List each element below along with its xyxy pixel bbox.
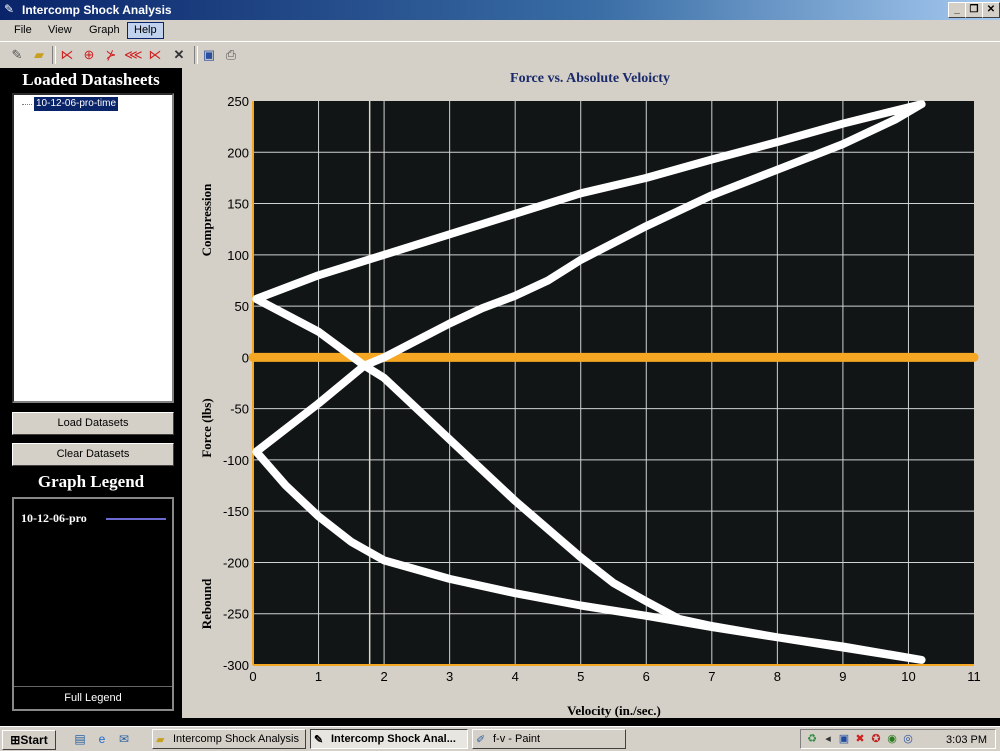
tree-connector [22,104,32,105]
open-folder-icon[interactable]: ▰ [30,46,48,64]
y-tick-label: -250 [223,607,249,622]
task-item-active[interactable]: ✎ Intercomp Shock Anal... [310,729,468,749]
y-tick-label: -150 [223,504,249,519]
y-axis-label: Force (lbs) [199,398,214,457]
maximize-button[interactable]: ❐ [965,2,983,18]
clock: 3:03 PM [946,734,987,746]
x-tick-label: 2 [380,669,387,684]
graph-tool-2-icon[interactable]: ⊕ [80,46,98,64]
load-datasets-button[interactable]: Load Datasets [12,412,174,435]
x-tick-label: 4 [512,669,519,684]
graph-tool-5-icon[interactable]: ⋉ [146,46,164,64]
x-tick-label: 1 [315,669,322,684]
task-label: Intercomp Shock Analysis [173,733,299,745]
menu-file[interactable]: File [8,23,38,38]
x-tick-label: 11 [967,669,981,684]
wrench-icon[interactable]: ✎ [8,46,26,64]
x-tick-label: 7 [708,669,715,684]
close-button[interactable]: ✕ [982,2,1000,18]
print-icon[interactable]: ⎙ [222,46,240,64]
datasheets-title: Loaded Datasheets [22,70,160,89]
x-tick-label: 10 [901,669,915,684]
taskbar: ⊞Start ▤ e ✉ ▰ Intercomp Shock Analysis ✎… [0,726,1000,751]
windows-logo-icon: ⊞ [10,733,21,747]
desktop-icon[interactable]: ▤ [72,731,88,747]
x-tick-label: 8 [774,669,781,684]
tray-icon-4[interactable]: ✖ [853,732,867,746]
x-tick-label: 0 [249,669,256,684]
compression-label: Compression [199,183,214,256]
menu-view[interactable]: View [42,23,78,38]
force-velocity-chart[interactable]: Force vs. Absolute Veloicty 0 1 2 3 4 5 6 7 8 9 10… [182,68,1000,718]
y-tick-label: 250 [227,94,249,109]
y-tick-label: -300 [223,658,249,673]
start-label: Start [20,733,48,747]
clear-datasets-button[interactable]: Clear Datasets [12,443,174,466]
tray-icon-7[interactable]: ◎ [901,732,915,746]
volume-icon[interactable]: ◂ [821,732,835,746]
x-tick-label: 9 [839,669,846,684]
folder-icon: ▰ [156,734,165,746]
chart-area: Force vs. Absolute Veloicty 0 1 2 3 4 5 6 7 8 9 10… [182,68,1000,718]
task-item[interactable]: ▰ Intercomp Shock Analysis [152,729,306,749]
graph-tool-4-icon[interactable]: ⋘ [124,46,143,64]
wrench-icon: ✎ [4,2,15,16]
x-tick-label: 6 [643,669,650,684]
y-tick-label: 200 [227,145,249,160]
task-label: f-v - Paint [493,733,541,745]
full-legend-button[interactable]: Full Legend [14,686,172,709]
datasheets-list[interactable]: 10-12-06-pro-time [12,93,174,403]
y-tick-label: -200 [223,555,249,570]
menu-help[interactable]: Help [127,22,164,39]
x-tick-label: 5 [577,669,584,684]
delete-icon[interactable]: ✕ [170,46,188,64]
window-title: Intercomp Shock Analysis [22,3,172,17]
save-icon[interactable]: ▣ [200,46,218,64]
toolbar-separator [194,46,198,64]
minimize-button[interactable]: _ [948,2,966,18]
paint-icon: ✐ [476,734,486,746]
task-item[interactable]: ✐ f-v - Paint [472,729,626,749]
menu-graph[interactable]: Graph [83,23,126,38]
y-tick-label: 50 [235,299,249,314]
legend-swatch [106,518,166,520]
x-tick-label: 3 [446,669,453,684]
graph-tool-3-icon[interactable]: ⊁ [102,46,120,64]
y-tick-label: -50 [230,402,249,417]
antivirus-icon[interactable]: ◉ [885,732,899,746]
system-tray: ♻ ◂ ▣ ✖ ✪ ◉ ◎ 3:03 PM [800,729,996,749]
legend-title: Graph Legend [37,472,145,491]
wrench-icon: ✎ [314,734,324,746]
datasheet-item[interactable]: 10-12-06-pro-time [34,97,119,111]
legend-item-label: 10-12-06-pro [21,511,87,525]
y-tick-label: 100 [227,248,249,263]
tray-icon-5[interactable]: ✪ [869,732,883,746]
graph-tool-1-icon[interactable]: ⋉ [58,46,76,64]
network-icon[interactable]: ▣ [837,732,851,746]
start-button[interactable]: ⊞Start [2,730,56,750]
left-panel: Loaded Datasheets 10-12-06-pro-time Load… [0,68,182,718]
menu-bar: File View Graph Help [0,20,1000,41]
chart-title: Force vs. Absolute Veloicty [510,71,670,86]
tray-icon-1[interactable]: ♻ [805,732,819,746]
rebound-label: Rebound [199,578,214,629]
legend-box: 10-12-06-pro Full Legend [12,497,174,711]
y-tick-label: 150 [227,197,249,212]
outlook-icon[interactable]: ✉ [116,731,132,747]
ie-icon[interactable]: e [94,731,110,747]
toolbar: ✎ ▰ ⋉ ⊕ ⊁ ⋘ ⋉ ✕ ▣ ⎙ [0,41,1000,69]
x-axis-label: Velocity (in./sec.) [567,703,661,718]
y-tick-label: -100 [223,453,249,468]
task-label: Intercomp Shock Anal... [331,733,456,745]
y-tick-label: 0 [242,350,249,365]
title-bar: ✎ Intercomp Shock Analysis _ ❐ ✕ [0,0,1000,20]
toolbar-separator [52,46,56,64]
